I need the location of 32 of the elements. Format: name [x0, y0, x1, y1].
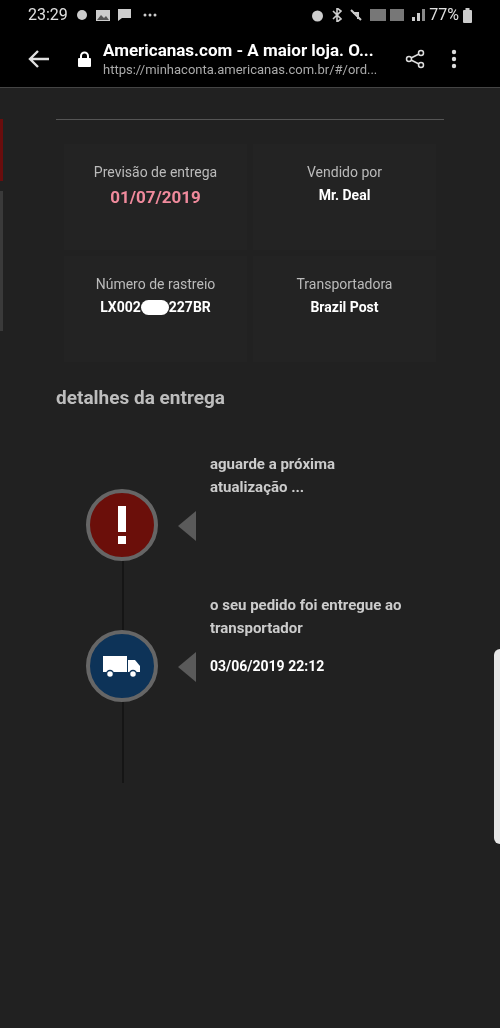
- info-value: LX002: [100, 298, 141, 317]
- event-text: aguarde a próxima atualização ...: [210, 453, 337, 498]
- scroll-handle[interactable]: [494, 649, 500, 844]
- info-label: Vendido por: [307, 163, 382, 182]
- section-title: detalhes da entrega: [56, 385, 226, 411]
- info-value: 227BR: [168, 298, 211, 317]
- back-arrow-icon: [28, 48, 50, 69]
- info-value: Brazil Post: [310, 298, 379, 317]
- message-icon: [117, 9, 131, 21]
- info-label: Transportadora: [296, 275, 393, 294]
- clock: 23:29: [28, 4, 68, 26]
- lock-icon: [78, 50, 91, 67]
- redaction-mark: [140, 300, 169, 315]
- info-value: Mr. Deal: [318, 186, 371, 205]
- pointer-icon: [178, 510, 196, 541]
- signal-icon: [412, 9, 426, 21]
- image-icon: [95, 9, 110, 21]
- info-value: 01/07/2019: [110, 186, 201, 209]
- more-icon: [142, 13, 157, 17]
- menu-icon: [451, 48, 457, 69]
- info-label: Previsão de entrega: [93, 163, 218, 182]
- mute-icon: [350, 9, 363, 21]
- bluetooth-icon: [332, 8, 343, 22]
- pointer-icon: [178, 651, 196, 682]
- page-url: https://minhaconta.americanas.com.br/#/ord...: [103, 60, 379, 79]
- share-icon: [405, 48, 425, 69]
- info-label: Número de rastreio: [95, 275, 216, 294]
- battery-percent: 77%: [429, 4, 459, 26]
- event-text: o seu pedido foi entregue ao transportador: [210, 594, 403, 639]
- event-date: 03/06/2019 22:12: [210, 656, 326, 676]
- page-title: Americanas.com - A maior loja. O...: [103, 38, 375, 61]
- battery-icon: [463, 7, 472, 23]
